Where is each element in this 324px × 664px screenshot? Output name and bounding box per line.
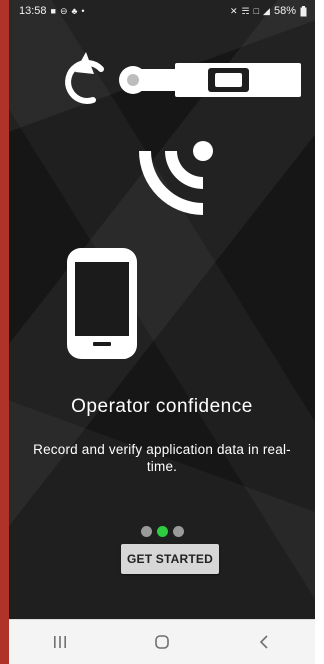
page-dot[interactable] [172, 526, 184, 537]
back-button[interactable] [234, 620, 294, 664]
rotate-arrow-icon [65, 52, 104, 104]
smartphone-icon [67, 248, 137, 359]
back-icon [259, 635, 268, 649]
page-dot[interactable] [140, 526, 152, 537]
home-icon [155, 635, 169, 649]
onboarding-screen: 13:58 ■ ⊖ ♣ • ✕ ☴ □ ◢ 58% Operator confi… [9, 0, 315, 620]
onboarding-illustration [65, 52, 301, 359]
onboarding-description: Record and verify application data in re… [33, 442, 291, 474]
phone-frame: 13:58 ■ ⊖ ♣ • ✕ ☴ □ ◢ 58% Operator confi… [0, 0, 324, 664]
recent-apps-button[interactable] [30, 620, 90, 664]
page-dot-active[interactable] [156, 526, 168, 537]
home-button[interactable] [132, 620, 192, 664]
recent-apps-icon [54, 636, 66, 648]
page-indicator [9, 526, 315, 537]
navigation-bar [9, 619, 315, 664]
wireless-signal-icon [139, 141, 213, 215]
get-started-button[interactable]: GET STARTED [121, 544, 219, 574]
sensor-device-icon [119, 63, 301, 97]
onboarding-headline: Operator confidence [71, 396, 253, 417]
